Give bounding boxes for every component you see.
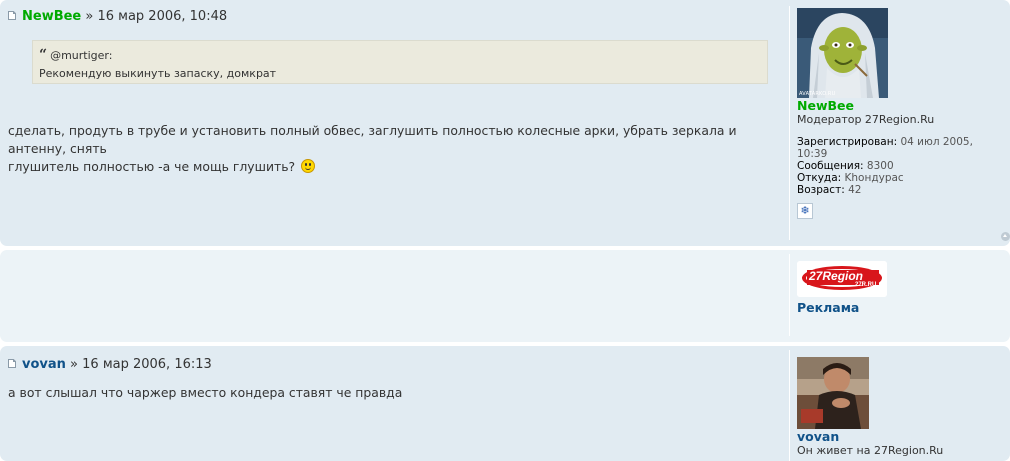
quote-icon: “ <box>39 47 48 63</box>
post-author-line: vovan » 16 мар 2006, 16:13 <box>8 357 212 372</box>
post-vovan: vovan » 16 мар 2006, 16:13 а вот слышал … <box>0 346 1010 461</box>
smile-emoticon-icon <box>301 159 316 173</box>
post-content-line-2: глушитель полностью -а че мощь глушить? <box>8 158 778 176</box>
profile-rank: Модератор 27Region.Ru <box>797 113 935 126</box>
post-content-text: глушитель полностью -а че мощь глушить? <box>8 159 296 174</box>
messages-label: Сообщения: <box>797 160 864 172</box>
messages-value: 8300 <box>866 160 894 172</box>
profile-info: Зарегистрирован: 04 июл 2005, 10:39 Сооб… <box>797 136 1002 196</box>
post-icon[interactable] <box>8 11 16 20</box>
profile-messages: Сообщения: 8300 <box>797 160 1002 172</box>
quote-cite: “@murtiger: <box>39 47 761 63</box>
post-date: 16 мар 2006, 16:13 <box>82 357 212 372</box>
post-newbee: NewBee » 16 мар 2006, 10:48 “@murtiger: … <box>0 0 1010 246</box>
profile-name[interactable]: vovan <box>797 429 839 444</box>
post-author-line: NewBee » 16 мар 2006, 10:48 <box>8 9 227 24</box>
ad-logo-text: 27Region <box>809 269 864 283</box>
profile-age: Возраст: 42 <box>797 184 1002 196</box>
registered-label: Зарегистрирован: <box>797 136 898 148</box>
author-separator: » <box>65 357 83 372</box>
post-content: а вот слышал что чаржер вместо кондера с… <box>8 385 403 400</box>
post-author-name[interactable]: vovan <box>22 357 66 372</box>
quote-text: Рекомендую выкинуть запаску, домкрат <box>39 67 277 80</box>
profile-from: Откуда: Khондурас <box>797 172 1002 184</box>
profile-name[interactable]: NewBee <box>797 98 854 113</box>
avatar-watermark: AVATARKO.RU <box>799 91 836 97</box>
ad-profile: 27Region 27R.RU Реклама <box>789 254 1010 336</box>
ad-logo[interactable]: 27Region 27R.RU <box>797 261 887 297</box>
post-profile: vovan Он живет на 27Region.Ru <box>789 350 1010 461</box>
post-author-name[interactable]: NewBee <box>22 9 81 24</box>
quote-cite-text: @murtiger: <box>50 49 113 62</box>
from-label: Откуда: <box>797 172 842 184</box>
age-value: 42 <box>848 184 862 196</box>
post-content: сделать, продуть в трубе и установить по… <box>8 122 778 176</box>
from-value: Khондурас <box>844 172 904 184</box>
author-separator: » <box>81 9 98 24</box>
profile-registered: Зарегистрирован: 04 июл 2005, 10:39 <box>797 136 1002 160</box>
post-icon[interactable] <box>8 359 16 368</box>
profile-rank: Он живет на 27Region.Ru <box>797 444 944 457</box>
post-content-line: сделать, продуть в трубе и установить по… <box>8 123 737 156</box>
avatar[interactable] <box>797 357 869 429</box>
age-label: Возраст: <box>797 184 845 196</box>
ad-label[interactable]: Реклама <box>797 300 859 315</box>
ad-logo-sub: 27R.RU <box>855 282 877 288</box>
post-profile: AVATARKO.RU NewBee Модератор 27Region.Ru… <box>789 6 1010 240</box>
post-date: 16 мар 2006, 10:48 <box>97 9 228 24</box>
avatar[interactable]: AVATARKO.RU <box>797 8 888 98</box>
quote-block: “@murtiger: Рекомендую выкинуть запаску,… <box>32 40 768 84</box>
snowflake-icon[interactable]: ❄ <box>797 203 813 219</box>
back-to-top-icon[interactable] <box>1001 232 1010 241</box>
ad-post: 27Region 27R.RU Реклама <box>0 250 1010 342</box>
